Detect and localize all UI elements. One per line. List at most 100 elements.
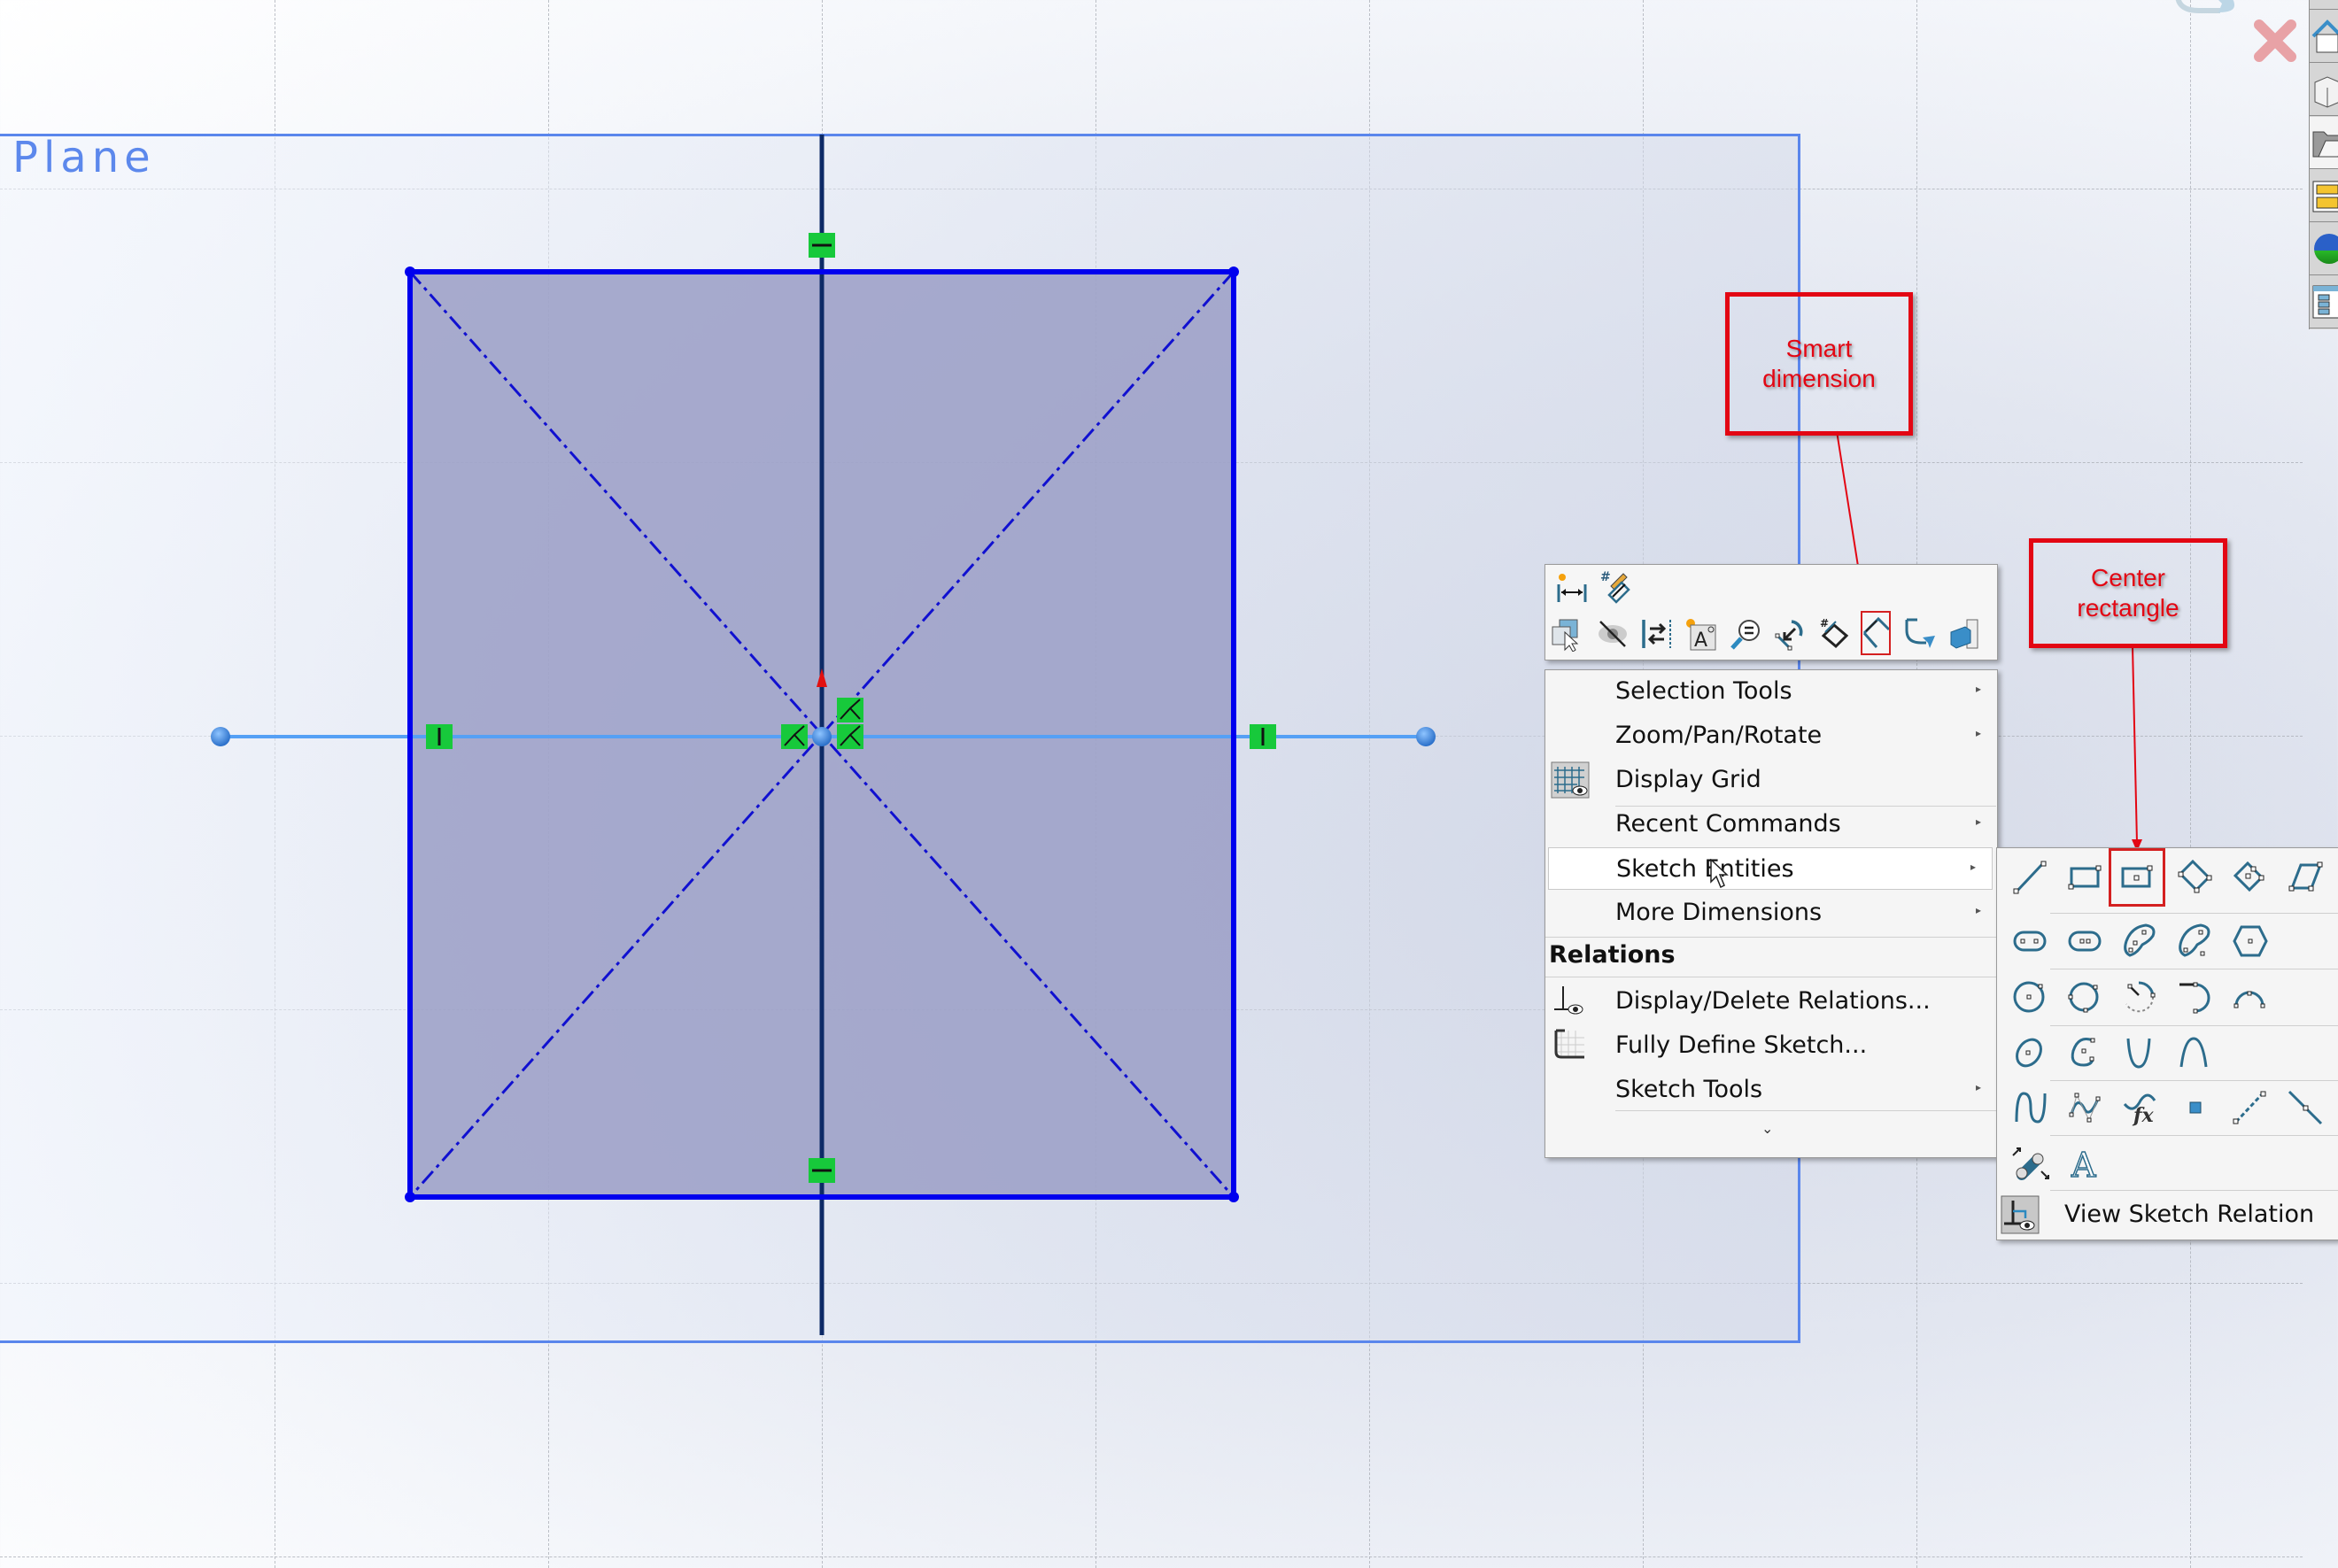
task-pane-tab-top[interactable] (2310, 0, 2338, 10)
3-point-arc-slot-icon[interactable] (2118, 919, 2163, 963)
3-point-arc-icon[interactable] (2228, 975, 2272, 1019)
submenu-arrow-icon: ▸ (1975, 683, 1981, 695)
view-3d-icon[interactable] (1947, 616, 1983, 652)
menu-item-fully-define-sketch[interactable]: Fully Define Sketch... (1545, 1024, 1997, 1067)
circle-icon[interactable] (2009, 975, 2053, 1019)
center-rectangle-icon[interactable] (2109, 848, 2165, 907)
custom-properties-icon[interactable] (2310, 276, 2338, 328)
rectangle-corner-point[interactable] (405, 266, 415, 277)
dimension-rectangle-icon[interactable]: # (1816, 616, 1852, 652)
menu-item-recent-commands[interactable]: Recent Commands ▸ (1545, 803, 1997, 846)
3-point-center-rectangle-icon[interactable] (2229, 855, 2273, 900)
flyout-separator (2050, 1025, 2338, 1026)
rotate-entities-icon[interactable] (1772, 616, 1808, 652)
smart-dimension-icon[interactable] (1554, 570, 1590, 606)
rectangle-corner-point[interactable] (405, 1192, 415, 1202)
menu-item-zoom-pan-rotate[interactable]: Zoom/Pan/Rotate ▸ (1545, 714, 1997, 757)
view-palette-icon[interactable] (2310, 170, 2338, 222)
centerline-endpoint[interactable] (211, 727, 230, 746)
menu-section-header: Relations (1549, 941, 1676, 969)
appearances-icon[interactable] (2310, 223, 2338, 275)
expand-menu-icon[interactable]: ⌄ (1761, 1120, 1773, 1138)
conic-icon[interactable] (2173, 1031, 2218, 1075)
menu-item-sketch-tools[interactable]: Sketch Tools ▸ (1545, 1069, 1997, 1111)
tangent-arc-icon[interactable] (2173, 975, 2218, 1019)
svg-text:#: # (1600, 570, 1611, 584)
perimeter-circle-icon[interactable] (2063, 975, 2108, 1019)
vertical-relation-badge[interactable] (426, 724, 453, 749)
edit-dimension-icon[interactable]: # (1599, 568, 1634, 604)
equation-driven-curve-icon[interactable]: fx (2118, 1085, 2163, 1130)
submenu-arrow-icon: ▸ (1975, 1081, 1981, 1093)
parallelogram-icon[interactable] (2284, 855, 2328, 900)
cancel-x-icon[interactable] (2252, 18, 2298, 68)
annotation-note-icon[interactable]: A (1684, 616, 1719, 652)
display-relations-icon (1551, 983, 1590, 1020)
spline-icon[interactable] (2009, 1085, 2053, 1130)
flyout-separator (2050, 1080, 2338, 1081)
svg-text:#: # (1820, 617, 1829, 630)
partial-ellipse-icon[interactable] (2063, 1031, 2108, 1075)
style-spline-icon[interactable] (2063, 1085, 2108, 1130)
midpoint-relation-badge[interactable] (837, 698, 863, 722)
submenu-arrow-icon: ▸ (1975, 727, 1981, 739)
menu-item-display-grid[interactable]: Display Grid (1545, 759, 1997, 801)
zoom-to-selection-icon[interactable] (1728, 616, 1763, 652)
mouse-cursor-icon (1710, 858, 1730, 895)
task-pane-tabs (2309, 0, 2338, 329)
center-rectangle-callout: Center rectangle (2029, 538, 2227, 648)
view-sketch-relations-icon (2001, 1195, 2040, 1234)
centerpoint-straight-slot-icon[interactable] (2063, 919, 2108, 963)
belt-chain-icon[interactable] (2009, 1140, 2053, 1185)
context-menu: Selection Tools ▸ Zoom/Pan/Rotate ▸ Disp… (1544, 669, 1998, 1158)
vertical-relation-badge[interactable] (1250, 724, 1276, 749)
horizontal-relation-badge[interactable] (809, 1158, 835, 1183)
straight-slot-icon[interactable] (2009, 919, 2053, 963)
menu-item-display-delete-relations[interactable]: Display/Delete Relations... (1545, 980, 1997, 1023)
submenu-arrow-icon: ▸ (1975, 904, 1981, 916)
centerpoint-arc-slot-icon[interactable] (2173, 919, 2218, 963)
fillet-arrow-icon[interactable] (1903, 616, 1939, 652)
origin-point[interactable] (812, 727, 832, 746)
svg-text:A: A (2071, 1146, 2096, 1182)
flyout-separator (2050, 1135, 2338, 1136)
menu-item-more-dimensions[interactable]: More Dimensions ▸ (1545, 892, 1997, 934)
midpoint-line-icon[interactable] (2283, 1085, 2327, 1130)
menu-item-label: More Dimensions (1615, 899, 1823, 926)
menu-item-selection-tools[interactable]: Selection Tools ▸ (1545, 670, 1997, 713)
hide-show-icon[interactable] (1595, 616, 1630, 652)
mirror-entities-icon[interactable] (1639, 616, 1675, 652)
midpoint-relation-badge[interactable] (781, 724, 808, 749)
menu-item-label: Sketch Tools (1615, 1076, 1763, 1103)
file-explorer-icon[interactable] (2310, 117, 2338, 169)
line-tool-icon[interactable] (2009, 855, 2053, 900)
solidworks-resources-icon[interactable] (2310, 11, 2338, 63)
design-library-icon[interactable] (2310, 64, 2338, 116)
horizontal-relation-badge[interactable] (809, 233, 835, 258)
centerline-endpoint[interactable] (1416, 727, 1436, 746)
text-tool-icon[interactable]: A (2063, 1140, 2108, 1185)
menu-item-sketch-entities[interactable]: Sketch Entities ▸ (1548, 847, 1993, 890)
point-icon[interactable] (2173, 1085, 2218, 1130)
svg-text:fx: fx (2132, 1104, 2154, 1127)
callout-text: rectangle (2077, 594, 2179, 622)
sketch-exit-icon[interactable] (2172, 0, 2243, 31)
centerpoint-arc-icon[interactable] (2118, 975, 2163, 1019)
view-sketch-relations-item[interactable]: View Sketch Relation (2064, 1201, 2314, 1228)
ellipse-icon[interactable] (2009, 1031, 2053, 1075)
menu-item-label: Display/Delete Relations... (1615, 987, 1931, 1015)
parabola-icon[interactable] (2118, 1031, 2163, 1075)
menu-item-label: Zoom/Pan/Rotate (1615, 722, 1823, 749)
context-toolbar: # A # (1544, 564, 1998, 660)
select-other-icon[interactable] (1549, 616, 1584, 652)
callout-text: Smart dimension (1762, 335, 1876, 392)
callout-text: Center (2090, 564, 2166, 592)
rectangle-corner-point[interactable] (1228, 266, 1239, 277)
3-point-corner-rectangle-icon[interactable] (2174, 855, 2218, 900)
midpoint-relation-badge[interactable] (837, 724, 863, 749)
centerline-icon[interactable] (2228, 1085, 2272, 1130)
rectangle-corner-point[interactable] (1228, 1192, 1239, 1202)
angular-dimension-icon[interactable] (1861, 611, 1891, 655)
corner-rectangle-icon[interactable] (2063, 855, 2108, 900)
polygon-icon[interactable] (2228, 919, 2272, 963)
